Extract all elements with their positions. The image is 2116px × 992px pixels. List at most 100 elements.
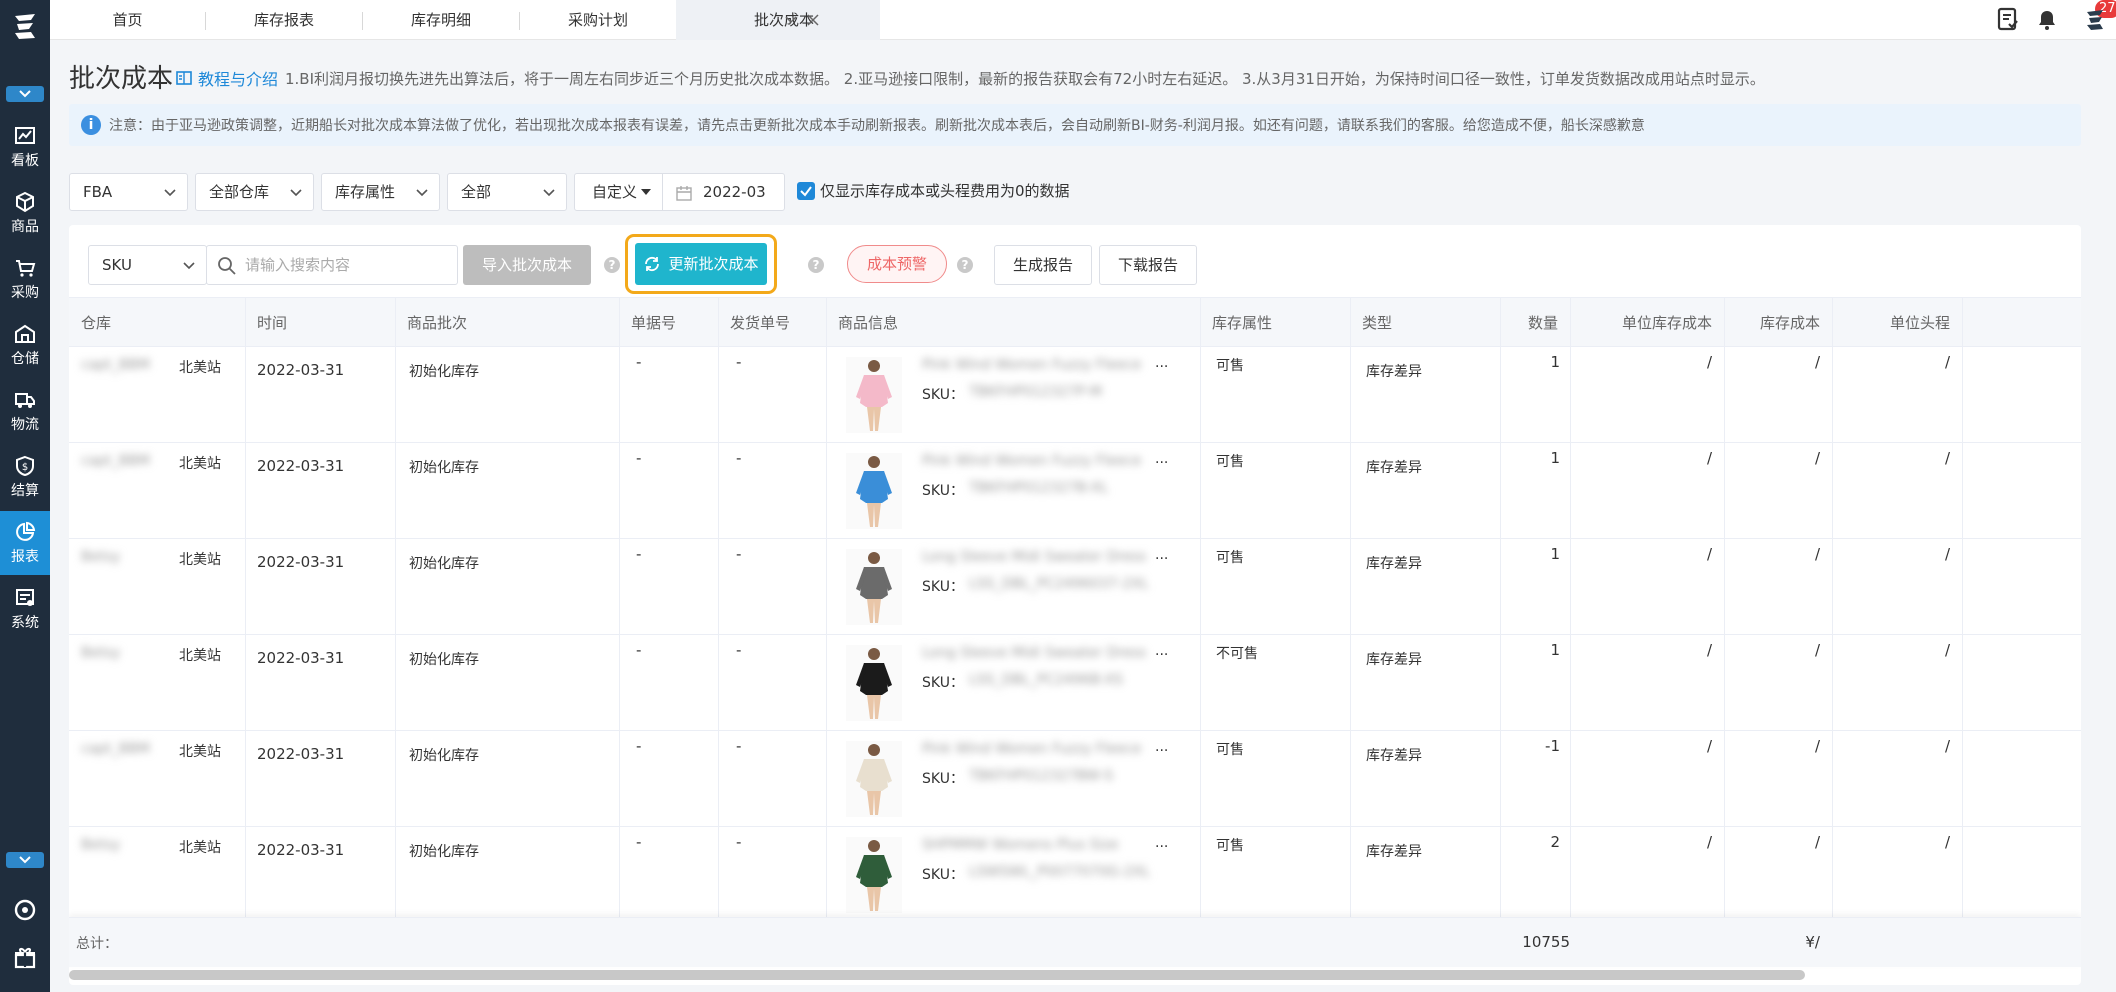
sidebar-item-products[interactable]: 商品 xyxy=(0,181,50,245)
product-title[interactable]: SHPMMW Womens Plus Size xyxy=(922,837,1152,853)
row-type: 库存差异 xyxy=(1366,652,1422,668)
tab-home[interactable]: 首页 xyxy=(50,0,205,40)
sidebar: 看板 商品 采购 仓储 物流 $ 结算 报表 系统 xyxy=(0,0,50,992)
search-input[interactable]: 请输入搜索内容 xyxy=(206,245,458,285)
month-picker[interactable]: 2022-03 xyxy=(662,173,785,211)
warehouse-account: Betsy xyxy=(81,549,121,565)
select-value: 库存属性 xyxy=(335,183,396,201)
search-placeholder: 请输入搜索内容 xyxy=(245,256,351,274)
column-header-type[interactable]: 类型 xyxy=(1350,298,1500,348)
tab-label: 采购计划 xyxy=(567,11,628,29)
table-row[interactable]: Betsy 北美站 2022-03-31 初始化库存 - - Long Slee… xyxy=(69,539,2081,635)
product-image[interactable] xyxy=(846,645,902,721)
close-icon[interactable] xyxy=(807,14,819,26)
tab-inventory-report[interactable]: 库存报表 xyxy=(206,0,362,40)
product-title-ellipsis: ... xyxy=(1155,547,1169,563)
scope-select[interactable]: 全部 xyxy=(447,173,567,211)
task-list-icon[interactable] xyxy=(1995,6,2021,32)
column-header-batch[interactable]: 商品批次 xyxy=(395,298,619,348)
only-zero-checkbox[interactable] xyxy=(797,182,815,200)
table-row[interactable]: Betsy 北美站 2022-03-31 初始化库存 - - Long Slee… xyxy=(69,635,2081,731)
tab-purchase-plan[interactable]: 采购计划 xyxy=(520,0,676,40)
bell-icon[interactable] xyxy=(2034,6,2060,32)
column-header-unit-cost[interactable]: 单位库存成本 xyxy=(1570,298,1724,348)
product-title[interactable]: Pink Wind Women Fuzzy Fleece xyxy=(922,741,1152,757)
table-row[interactable]: Betsy 北美站 2022-03-31 初始化库存 - - SHPMMW Wo… xyxy=(69,827,2081,923)
chevron-down-icon[interactable] xyxy=(785,15,797,25)
horizontal-scrollbar[interactable] xyxy=(69,970,1805,980)
sku-label: SKU： xyxy=(922,771,964,787)
column-header-time[interactable]: 时间 xyxy=(245,298,395,348)
table-footer: 总计： 10755 ¥/ xyxy=(69,917,2081,967)
header-description: 1.BI利润月报切换先进先出算法后，将于一周左右同步近三个月历史批次成本数据。 … xyxy=(285,70,1765,88)
sidebar-item-reports[interactable]: 报表 xyxy=(0,511,50,575)
column-header-attribute[interactable]: 库存属性 xyxy=(1200,298,1350,348)
product-title[interactable]: Pink Wind Women Fuzzy Fleece xyxy=(922,453,1152,469)
generate-report-button[interactable]: 生成报告 xyxy=(994,245,1092,285)
row-type: 库存差异 xyxy=(1366,460,1422,476)
table-row[interactable]: capt_BBM 北美站 2022-03-31 初始化库存 - - Pink W… xyxy=(69,731,2081,827)
table-row[interactable]: capt_BBM 北美站 2022-03-31 初始化库存 - - Pink W… xyxy=(69,443,2081,539)
product-title[interactable]: Pink Wind Women Fuzzy Fleece xyxy=(922,357,1152,373)
gift-icon[interactable] xyxy=(13,946,37,970)
check-icon xyxy=(800,186,812,197)
row-batch: 初始化库存 xyxy=(409,364,479,380)
table-row[interactable]: capt_BBM 北美站 2022-03-31 初始化库存 - - Pink W… xyxy=(69,347,2081,443)
tab-inventory-detail[interactable]: 库存明细 xyxy=(363,0,519,40)
row-doc-no: - xyxy=(636,545,642,563)
pie-chart-icon xyxy=(16,521,36,541)
column-header-ship-no[interactable]: 发货单号 xyxy=(718,298,826,348)
column-divider xyxy=(1724,297,1725,957)
refresh-icon xyxy=(645,256,660,272)
sidebar-item-purchase[interactable]: 采购 xyxy=(0,247,50,311)
product-image[interactable] xyxy=(846,453,902,529)
product-title[interactable]: Long Sleeve Midi Sweater Dress xyxy=(922,549,1152,565)
sidebar-item-dashboard[interactable]: 看板 xyxy=(0,115,50,179)
guide-link-label: 教程与介绍 xyxy=(198,70,279,89)
help-icon[interactable]: ? xyxy=(604,257,620,273)
product-image[interactable] xyxy=(846,357,902,433)
tab-batch-cost[interactable]: 批次成本 xyxy=(676,0,880,40)
sidebar-item-logistics[interactable]: 物流 xyxy=(0,379,50,443)
search-field-select[interactable]: SKU xyxy=(88,245,207,285)
column-header-product-info[interactable]: 商品信息 xyxy=(826,298,1200,348)
help-icon[interactable]: ? xyxy=(808,257,824,273)
sidebar-expand-button[interactable] xyxy=(6,852,44,868)
column-header-doc-no[interactable]: 单据号 xyxy=(619,298,718,348)
guide-link[interactable]: 教程与介绍 xyxy=(175,66,278,90)
column-header-qty[interactable]: 数量 xyxy=(1500,298,1570,348)
sidebar-item-system[interactable]: 系统 xyxy=(0,577,50,641)
cost-warning-button[interactable]: 成本预警 xyxy=(847,245,947,283)
warehouse-select[interactable]: 全部仓库 xyxy=(195,173,314,211)
column-header-cost[interactable]: 库存成本 xyxy=(1724,298,1832,348)
sidebar-item-settlement[interactable]: $ 结算 xyxy=(0,445,50,509)
column-header-unit-head[interactable]: 单位头程 xyxy=(1832,298,1962,348)
sidebar-item-label: 仓储 xyxy=(11,350,39,367)
product-image[interactable] xyxy=(846,549,902,625)
warehouse-account: Betsy xyxy=(81,645,121,661)
warehouse-site: 北美站 xyxy=(179,648,221,664)
product-image[interactable] xyxy=(846,837,902,913)
support-icon[interactable] xyxy=(13,898,37,922)
sku-value: LSWSWL_P0077070G-2XL xyxy=(969,864,1151,880)
row-qty: -1 xyxy=(1545,737,1560,755)
row-ship-no: - xyxy=(736,353,742,371)
column-header-warehouse[interactable]: 仓库 xyxy=(69,298,245,348)
update-batch-cost-button[interactable]: 更新批次成本 xyxy=(635,243,767,285)
attribute-select[interactable]: 库存属性 xyxy=(321,173,440,211)
product-title[interactable]: Long Sleeve Midi Sweater Dress xyxy=(922,645,1152,661)
custom-date-dropdown[interactable]: 自定义 xyxy=(574,173,663,211)
import-batch-cost-button[interactable]: 导入批次成本 xyxy=(463,245,591,285)
help-icon[interactable]: ? xyxy=(957,257,973,273)
custom-date-label: 自定义 xyxy=(592,183,638,201)
sidebar-item-warehouse[interactable]: 仓储 xyxy=(0,313,50,377)
product-image[interactable] xyxy=(846,741,902,817)
row-attribute: 可售 xyxy=(1216,838,1244,854)
sidebar-collapse-button[interactable] xyxy=(6,86,44,102)
user-avatar-icon[interactable] xyxy=(2082,6,2108,32)
download-report-button[interactable]: 下载报告 xyxy=(1099,245,1197,285)
svg-text:$: $ xyxy=(22,462,28,473)
fulfillment-select[interactable]: FBA xyxy=(69,173,188,211)
row-qty: 1 xyxy=(1550,641,1560,659)
row-ship-no: - xyxy=(736,737,742,755)
